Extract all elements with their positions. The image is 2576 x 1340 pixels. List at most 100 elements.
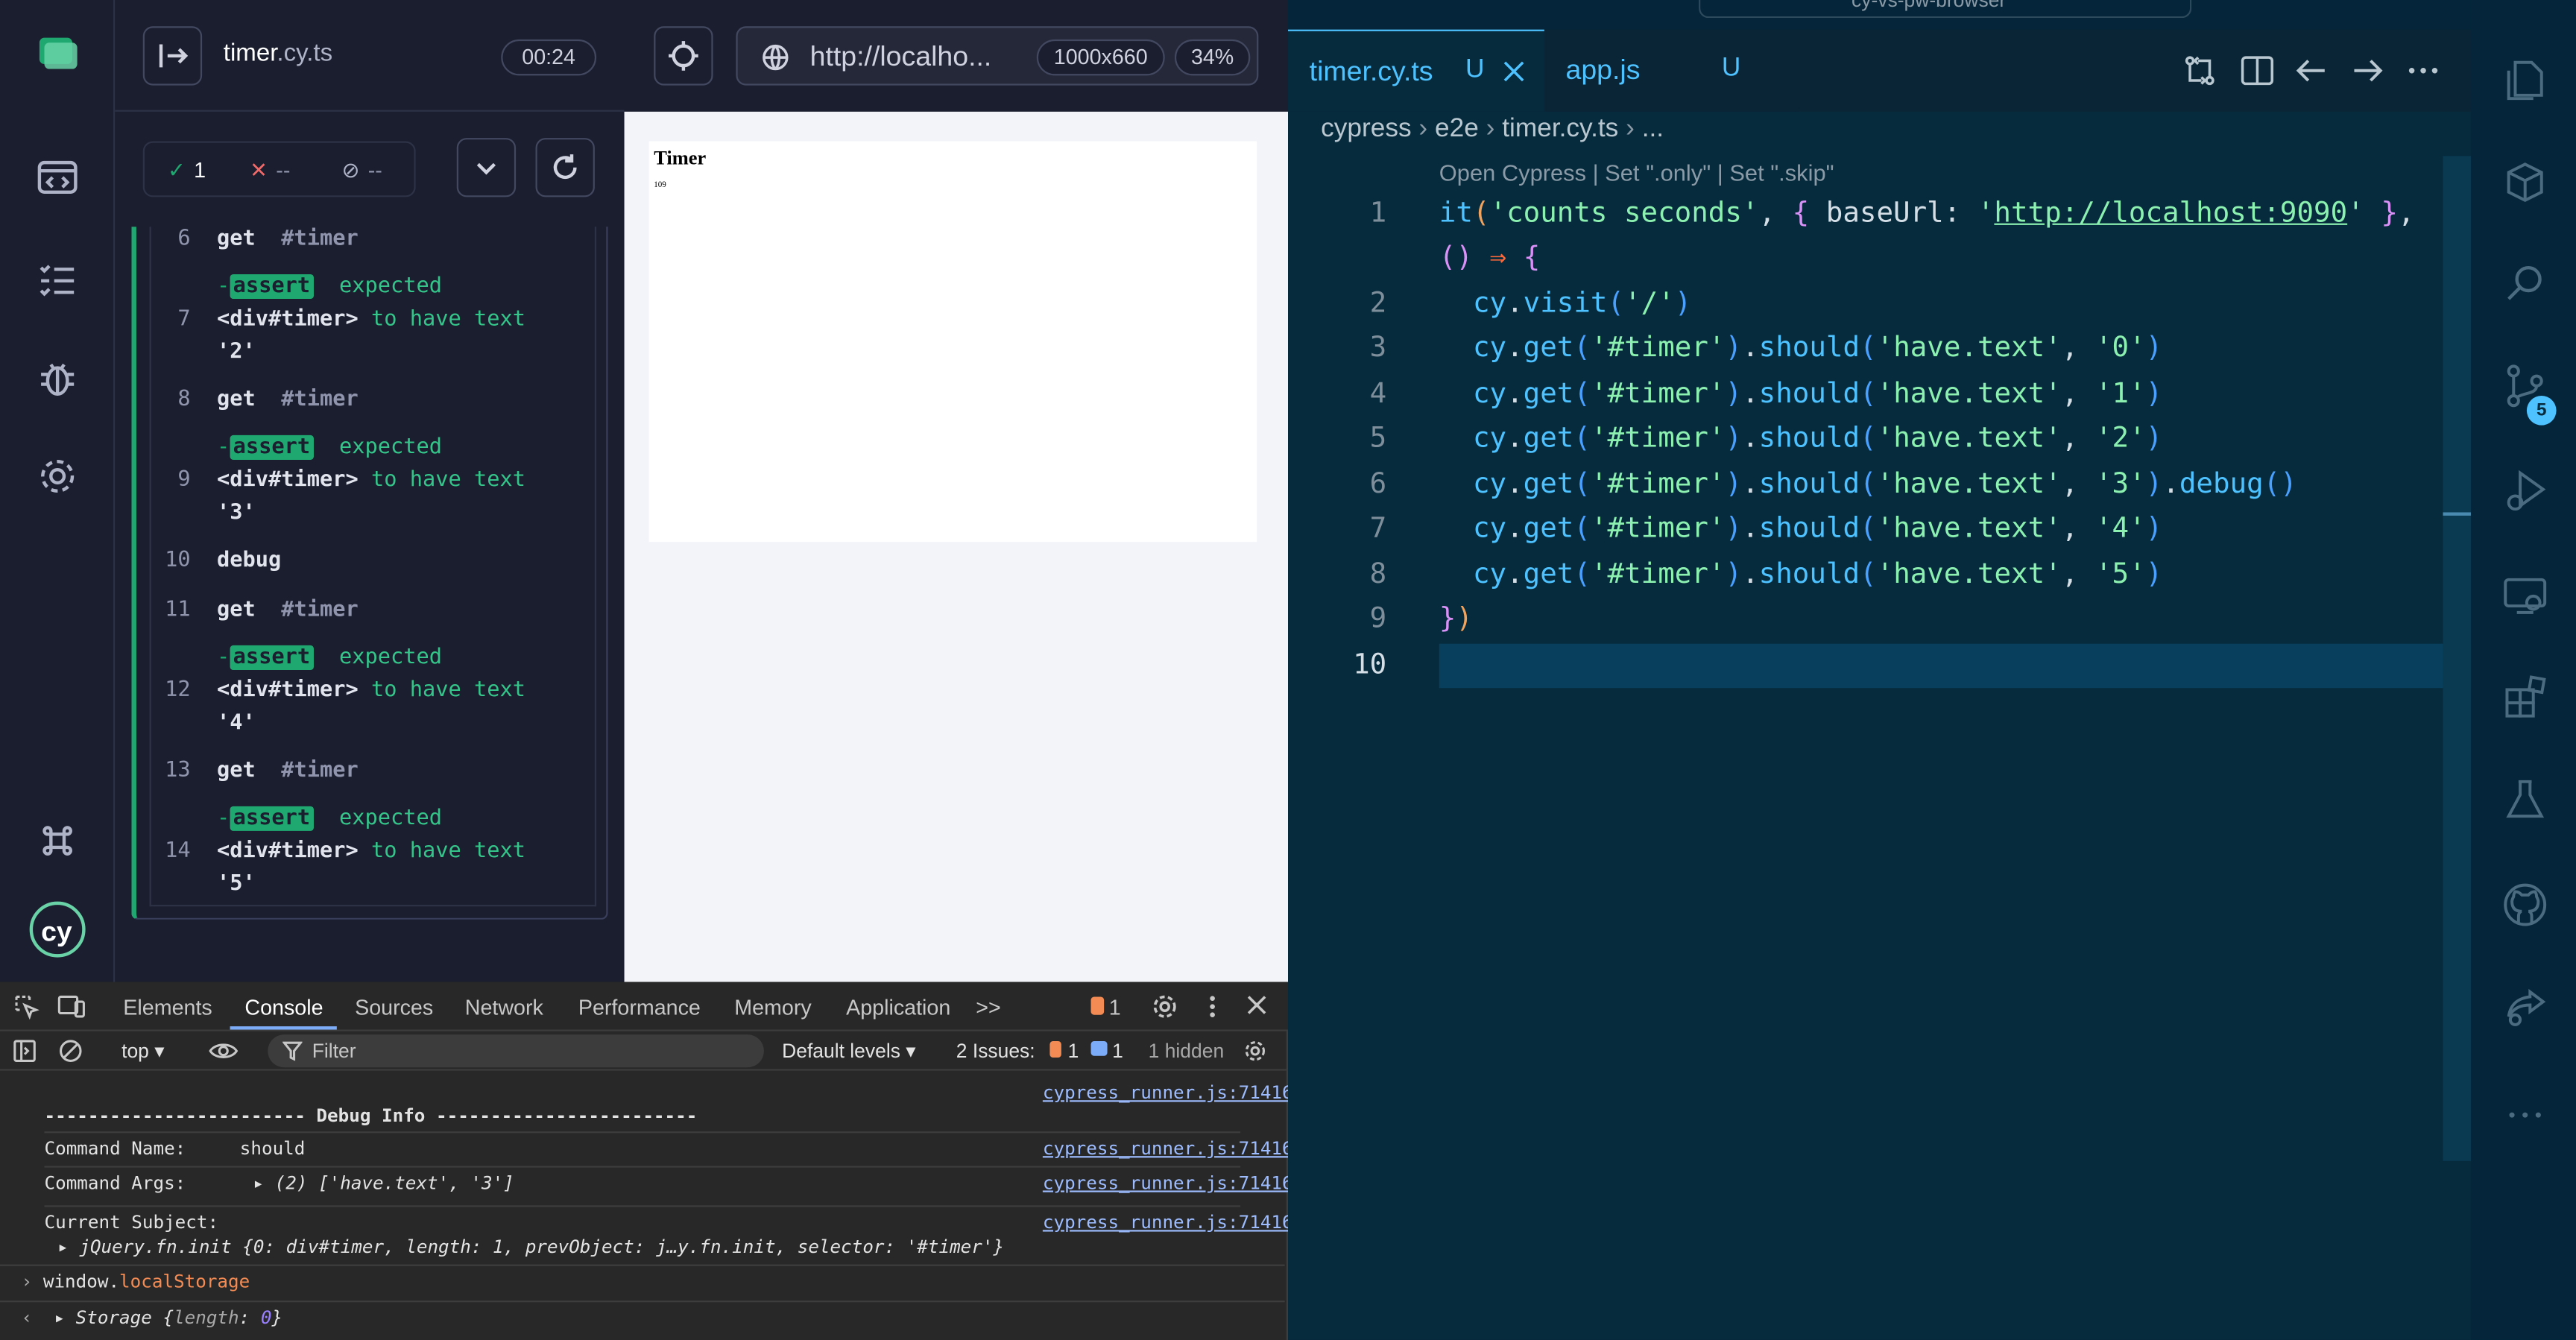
console-divider xyxy=(44,1131,1241,1134)
command-method: get xyxy=(216,227,256,252)
tab-memory[interactable]: Memory xyxy=(734,995,811,1020)
svg-text:cy: cy xyxy=(41,916,72,947)
runs-icon[interactable] xyxy=(34,256,80,303)
command-row[interactable]: - assert expected 7 <div#timer> to have t… xyxy=(151,274,599,373)
code-line-6: cy.get('#timer').should('have.text', '3'… xyxy=(1472,467,2297,502)
testing-flask-icon[interactable] xyxy=(2501,775,2550,824)
input-prompt-icon: › xyxy=(21,1271,33,1293)
log-levels-dropdown[interactable]: Default levels ▾ xyxy=(782,1040,915,1063)
tab-elements[interactable]: Elements xyxy=(123,995,212,1020)
more-views-icon[interactable] xyxy=(2501,1090,2550,1140)
tab-network[interactable]: Network xyxy=(465,995,543,1020)
command-number: 11 xyxy=(165,598,191,623)
console-divider xyxy=(0,1264,1285,1266)
code-line-9: }) xyxy=(1439,602,1473,636)
command-row[interactable]: - assert expected 12 <div#timer> to have … xyxy=(151,645,599,744)
command-name: get #timer xyxy=(217,598,359,622)
warning-badge-icon[interactable] xyxy=(1090,996,1105,1015)
cypress-logo-icon[interactable]: cy xyxy=(28,900,86,958)
line-number: 8 xyxy=(1369,558,1387,592)
aut-iframe[interactable]: Timer 109 xyxy=(648,141,1257,543)
clear-console-icon[interactable] xyxy=(59,1040,82,1063)
devtools-settings-gear-icon[interactable] xyxy=(1152,993,1178,1020)
reporter-header: timer.cy.ts 00:24 xyxy=(115,0,625,112)
specs-icon[interactable] xyxy=(34,154,80,200)
explorer-files-icon[interactable] xyxy=(2501,56,2550,105)
command-row[interactable]: - assert expected 9 <div#timer> to have t… xyxy=(151,434,599,534)
assert-badge: assert xyxy=(230,434,314,460)
device-toolbar-icon[interactable] xyxy=(57,993,87,1020)
console-output-line[interactable]: ‹ ▸ Storage {length: 0} xyxy=(22,1307,1270,1329)
filter-input[interactable]: Filter xyxy=(268,1034,764,1068)
line-number: 2 xyxy=(1369,287,1387,320)
hidden-messages: 1 hidden xyxy=(1148,1039,1225,1063)
extensions-icon[interactable] xyxy=(2501,673,2550,722)
command-row[interactable]: - assert expected 14 <div#timer> to have … xyxy=(151,806,599,905)
zoom-level[interactable]: 34% xyxy=(1174,39,1251,76)
url-bar[interactable]: http://localho... 1000x660 34% xyxy=(736,26,1259,86)
github-icon[interactable] xyxy=(2501,880,2550,929)
cypress-side-nav: cy xyxy=(0,0,116,982)
warning-count[interactable]: 1 xyxy=(1109,995,1121,1020)
viewport-size[interactable]: 1000x660 xyxy=(1036,39,1165,76)
editor-scrollbar[interactable] xyxy=(2443,156,2471,1161)
rerun-button[interactable] xyxy=(535,138,595,197)
vscode-editor-window: cy-vs-pw-browser timer.cy.ts U app.js U xyxy=(1288,0,2576,1340)
sidebar-toggle-icon[interactable] xyxy=(13,1040,37,1063)
assert-subject: <div#timer> xyxy=(216,678,359,704)
console-input-line[interactable]: › window.localStorage xyxy=(22,1271,1270,1292)
selector-playground-button[interactable] xyxy=(654,26,713,86)
command-args-value[interactable]: ▸ (2) ['have.text', '3'] xyxy=(253,1172,514,1194)
toggle-specs-button[interactable] xyxy=(142,26,203,86)
aut-header: http://localho... 1000x660 34% xyxy=(624,0,1289,112)
context-selector[interactable]: top ▾ xyxy=(121,1040,164,1063)
tab-performance[interactable]: Performance xyxy=(578,995,701,1020)
console-divider xyxy=(44,1166,1241,1168)
output-value: 0 xyxy=(260,1306,272,1329)
source-link[interactable]: cypress_runner.js:71416 xyxy=(1043,1138,1293,1160)
cube-extension-icon[interactable] xyxy=(2501,158,2550,207)
live-share-icon[interactable] xyxy=(2501,982,2550,1031)
source-link[interactable]: cypress_runner.js:71416 xyxy=(1043,1172,1293,1194)
console-messages: cypress_runner.js:71416 ----------------… xyxy=(0,1074,1293,1337)
command-number: 13 xyxy=(165,758,191,784)
search-icon[interactable] xyxy=(2501,259,2550,309)
assert-condition: to have text xyxy=(370,838,525,864)
run-and-debug-icon[interactable] xyxy=(2501,467,2550,516)
pending-icon: ⊘ xyxy=(341,157,360,183)
assert-badge: assert xyxy=(230,274,314,300)
tab-console[interactable]: Console xyxy=(244,995,323,1020)
collapse-all-button[interactable] xyxy=(456,138,517,197)
tab-sources[interactable]: Sources xyxy=(355,995,433,1020)
source-link[interactable]: cypress_runner.js:71416 xyxy=(1043,1082,1293,1104)
inspect-element-icon[interactable] xyxy=(13,993,40,1020)
current-subject-value[interactable]: ▸ jQuery.fn.init {0: div#timer, length: … xyxy=(57,1236,1306,1258)
tab-application[interactable]: Application xyxy=(846,995,950,1020)
command-name: get #timer xyxy=(217,759,359,783)
base-url-link[interactable]: http://localhost:9090 xyxy=(1994,197,2347,230)
output-return-icon: ‹ xyxy=(21,1306,33,1329)
issues-label[interactable]: 2 Issues: xyxy=(956,1040,1035,1063)
code-editor[interactable]: 1 it('counts seconds', { baseUrl: 'http:… xyxy=(1288,0,2471,1340)
keyboard-shortcuts-icon[interactable] xyxy=(34,818,80,864)
more-options-icon[interactable] xyxy=(1208,993,1217,1020)
source-link[interactable]: cypress_runner.js:71416 xyxy=(1043,1212,1293,1233)
filter-funnel-icon xyxy=(282,1041,303,1061)
assert-badge: assert xyxy=(230,806,314,831)
app-logo-icon[interactable] xyxy=(34,30,80,76)
spec-filename-ext: .cy.ts xyxy=(277,39,333,68)
more-tabs-chevron-icon[interactable]: >> xyxy=(976,995,1000,1020)
settings-gear-icon[interactable] xyxy=(34,453,80,499)
debug-bug-icon[interactable] xyxy=(34,355,80,401)
command-selector: #timer xyxy=(281,758,359,784)
console-settings-gear-icon[interactable] xyxy=(1244,1040,1267,1063)
command-number: 8 xyxy=(177,388,191,413)
line-number: 3 xyxy=(1369,332,1387,365)
live-expression-eye-icon[interactable] xyxy=(209,1040,239,1063)
remote-explorer-icon[interactable] xyxy=(2501,572,2550,621)
close-devtools-icon[interactable] xyxy=(1246,993,1269,1017)
aut-timer-value: 109 xyxy=(654,182,666,191)
command-name-label: Command Name: xyxy=(44,1137,186,1160)
assert-subject: <div#timer> xyxy=(216,467,359,493)
output-key: length xyxy=(174,1306,239,1329)
